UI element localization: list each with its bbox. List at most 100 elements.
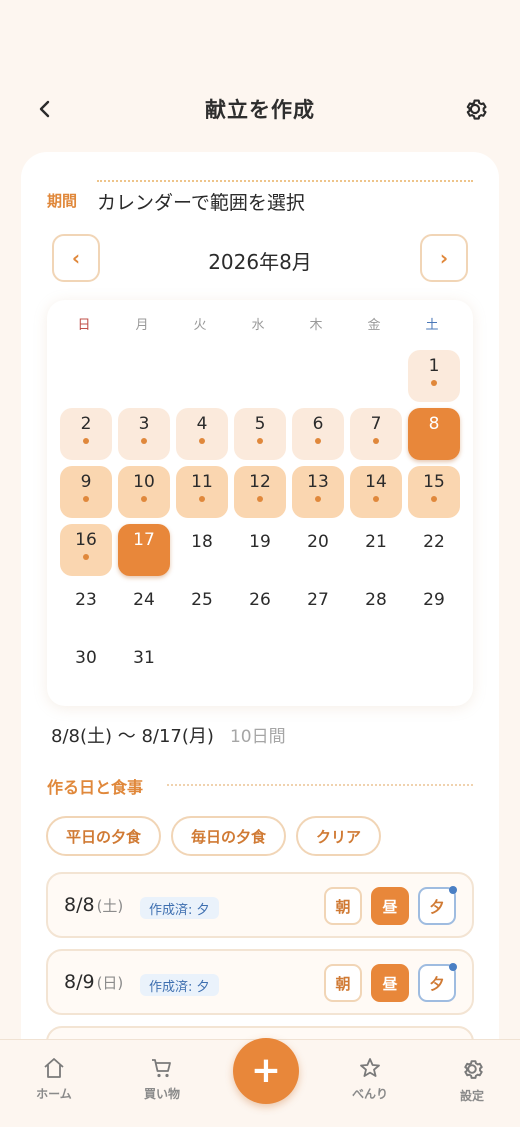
planned-dot [257, 496, 263, 502]
calendar-day-30[interactable]: 30 [60, 640, 112, 692]
calendar-day-17[interactable]: 17 [118, 524, 170, 576]
planned-dot [199, 496, 205, 502]
plus-icon: + [250, 1050, 282, 1091]
day-number: 26 [249, 590, 271, 610]
calendar-day-22[interactable]: 22 [408, 524, 460, 576]
calendar-day-13[interactable]: 13 [292, 466, 344, 518]
calendar-day-5[interactable]: 5 [234, 408, 286, 460]
calendar-day-18[interactable]: 18 [176, 524, 228, 576]
calendar-day-31[interactable]: 31 [118, 640, 170, 692]
day-number: 17 [133, 530, 155, 550]
calendar-day-15[interactable]: 15 [408, 466, 460, 518]
calendar-day-26[interactable]: 26 [234, 582, 286, 634]
day-number: 19 [249, 532, 271, 552]
day-number: 22 [423, 532, 445, 552]
nav-favorites[interactable]: べんり [330, 1056, 410, 1102]
day-number: 10 [133, 472, 155, 492]
nav-shopping[interactable]: 買い物 [122, 1056, 202, 1102]
weekday-dinner-chip[interactable]: 平日の夕食 [46, 816, 162, 856]
day-number: 23 [75, 590, 97, 610]
day-number: 11 [191, 472, 213, 492]
calendar-day-14[interactable]: 14 [350, 466, 402, 518]
planned-dot [257, 438, 263, 444]
day-number: 5 [254, 414, 266, 434]
day-number: 27 [307, 590, 329, 610]
period-row: 期間 カレンダーで範囲を選択 [47, 176, 473, 216]
calendar-day-2[interactable]: 2 [60, 408, 112, 460]
day-number: 28 [365, 590, 387, 610]
calendar-day-9[interactable]: 9 [60, 466, 112, 518]
everyday-dinner-chip[interactable]: 毎日の夕食 [171, 816, 287, 856]
calendar-day-24[interactable]: 24 [118, 582, 170, 634]
planned-dot [373, 496, 379, 502]
breakfast-toggle[interactable]: 朝 [324, 887, 362, 925]
next-month-button[interactable]: › [420, 234, 468, 282]
range-day-count: 10日間 [229, 727, 286, 747]
calendar-day-12[interactable]: 12 [234, 466, 286, 518]
meals-section-title: 作る日と食事 [47, 778, 144, 797]
status-area [0, 0, 520, 70]
day-number: 16 [75, 530, 97, 550]
chevron-left-icon [39, 100, 50, 118]
planned-dot [315, 496, 321, 502]
calendar-day-21[interactable]: 21 [350, 524, 402, 576]
planned-dot [141, 438, 147, 444]
calendar-day-23[interactable]: 23 [60, 582, 112, 634]
page-title: 献立を作成 [205, 98, 315, 122]
cart-icon [152, 1059, 171, 1078]
calendar-day-4[interactable]: 4 [176, 408, 228, 460]
planned-dot [315, 438, 321, 444]
page: 献立を作成 期間 カレンダーで範囲を選択 ‹ 2026年8月 › 日 月 火 水… [0, 0, 520, 1127]
meal-date: 8/8 [64, 894, 95, 916]
calendar-day-27[interactable]: 27 [292, 582, 344, 634]
calendar-day-6[interactable]: 6 [292, 408, 344, 460]
weekday-mon: 月 [135, 318, 149, 333]
nav-settings[interactable]: 設定 [432, 1056, 512, 1104]
day-number: 14 [365, 472, 387, 492]
nav-shopping-label: 買い物 [143, 1087, 180, 1101]
nav-favorites-label: べんり [351, 1087, 388, 1101]
day-number: 2 [80, 414, 92, 434]
meals-section-header: 作る日と食事 [47, 774, 473, 798]
calendar-day-25[interactable]: 25 [176, 582, 228, 634]
day-number: 12 [249, 472, 271, 492]
day-number: 9 [80, 472, 92, 492]
nav-home[interactable]: ホーム [14, 1056, 94, 1102]
header: 献立を作成 [0, 70, 520, 148]
home-icon [44, 1058, 64, 1078]
status-badge: 作成済: 夕 [140, 897, 219, 919]
day-number: 13 [307, 472, 329, 492]
calendar-day-19[interactable]: 19 [234, 524, 286, 576]
clear-chip[interactable]: クリア [296, 816, 382, 856]
settings-button[interactable] [460, 94, 490, 124]
calendar-day-7[interactable]: 7 [350, 408, 402, 460]
calendar-day-3[interactable]: 3 [118, 408, 170, 460]
back-button[interactable] [30, 94, 60, 124]
calendar-day-16[interactable]: 16 [60, 524, 112, 576]
planned-dot [199, 438, 205, 444]
meal-weekday: (土) [96, 897, 124, 915]
day-number: 24 [133, 590, 155, 610]
calendar-day-10[interactable]: 10 [118, 466, 170, 518]
calendar-day-28[interactable]: 28 [350, 582, 402, 634]
nav-home-label: ホーム [36, 1087, 72, 1101]
day-number: 29 [423, 590, 445, 610]
calendar-day-11[interactable]: 11 [176, 466, 228, 518]
calendar-day-20[interactable]: 20 [292, 524, 344, 576]
day-number: 3 [138, 414, 150, 434]
weekday-header: 日 月 火 水 木 金 土 [55, 314, 465, 336]
add-button[interactable]: + [233, 1038, 299, 1104]
gear-icon [464, 1060, 483, 1079]
status-badge: 作成済: 夕 [140, 974, 219, 996]
calendar-day-8[interactable]: 8 [408, 408, 460, 460]
breakfast-toggle[interactable]: 朝 [324, 964, 362, 1002]
create-menu-card: 期間 カレンダーで範囲を選択 ‹ 2026年8月 › 日 月 火 水 木 金 土… [21, 152, 499, 1127]
calendar-day-29[interactable]: 29 [408, 582, 460, 634]
day-number: 21 [365, 532, 387, 552]
dinner-toggle[interactable]: 夕 [418, 963, 457, 1002]
calendar-day-1[interactable]: 1 [408, 350, 460, 402]
chevron-right-icon: › [439, 246, 449, 270]
dinner-toggle[interactable]: 夕 [418, 886, 457, 925]
lunch-toggle[interactable]: 昼 [371, 964, 409, 1002]
lunch-toggle[interactable]: 昼 [371, 887, 409, 925]
